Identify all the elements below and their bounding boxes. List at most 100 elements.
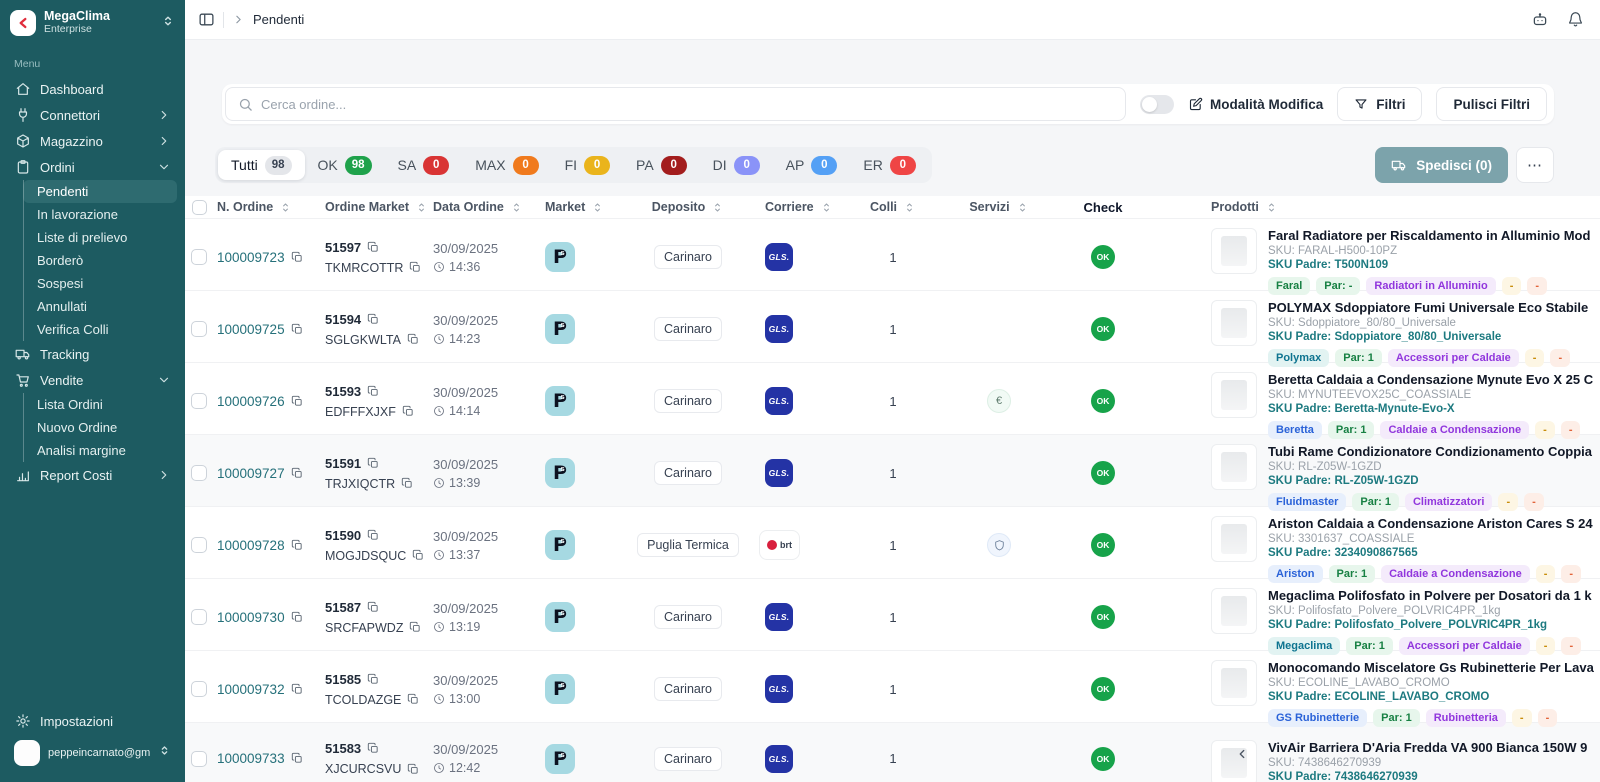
order-number-link[interactable]: 100009732 bbox=[217, 682, 285, 697]
bell-icon[interactable] bbox=[1567, 11, 1584, 28]
insurance-shield-icon[interactable] bbox=[987, 533, 1011, 557]
order-number-link[interactable]: 100009725 bbox=[217, 322, 285, 337]
sidebar-item-nuovo-ordine[interactable]: Nuovo Ordine bbox=[23, 416, 177, 439]
ship-button[interactable]: Spedisci (0) bbox=[1375, 147, 1508, 183]
copy-icon[interactable] bbox=[367, 742, 380, 755]
sort-icon[interactable] bbox=[1016, 201, 1029, 214]
copy-icon[interactable] bbox=[367, 457, 380, 470]
row-checkbox[interactable] bbox=[191, 249, 207, 265]
copy-icon[interactable] bbox=[291, 467, 304, 480]
copy-icon[interactable] bbox=[407, 763, 420, 776]
tab-di[interactable]: DI 0 bbox=[700, 150, 773, 180]
column-header-n-ordine[interactable]: N. Ordine bbox=[213, 200, 325, 214]
sidebar-item-sospesi[interactable]: Sospesi bbox=[23, 272, 177, 295]
copy-icon[interactable] bbox=[367, 673, 380, 686]
copy-icon[interactable] bbox=[402, 405, 415, 418]
copy-icon[interactable] bbox=[291, 539, 304, 552]
more-actions-button[interactable]: ⋯ bbox=[1516, 147, 1554, 183]
sidebar-item-dashboard[interactable]: Dashboard bbox=[8, 76, 177, 102]
sidebar-item-pendenti[interactable]: Pendenti bbox=[23, 180, 177, 203]
copy-icon[interactable] bbox=[367, 385, 380, 398]
tab-tutti[interactable]: Tutti 98 bbox=[218, 150, 305, 180]
order-number-link[interactable]: 100009723 bbox=[217, 250, 285, 265]
copy-icon[interactable] bbox=[407, 333, 420, 346]
tab-pa[interactable]: PA 0 bbox=[623, 150, 700, 180]
column-header-corriere[interactable]: Corriere bbox=[749, 200, 837, 214]
copy-icon[interactable] bbox=[407, 693, 420, 706]
row-checkbox[interactable] bbox=[191, 321, 207, 337]
column-header-ordine-market[interactable]: Ordine Market bbox=[325, 200, 433, 214]
select-all-checkbox[interactable] bbox=[191, 199, 207, 215]
tab-max[interactable]: MAX 0 bbox=[462, 150, 551, 180]
column-header-colli[interactable]: Colli bbox=[837, 200, 949, 214]
copy-icon[interactable] bbox=[412, 549, 425, 562]
copy-icon[interactable] bbox=[409, 621, 422, 634]
sidebar-toggle-icon[interactable] bbox=[198, 11, 215, 28]
tab-sa[interactable]: SA 0 bbox=[385, 150, 463, 180]
tab-fi[interactable]: FI 0 bbox=[552, 150, 623, 180]
tab-ok[interactable]: OK 98 bbox=[305, 150, 385, 180]
user-menu[interactable]: peppeincarnato@gmail.com bbox=[8, 734, 177, 772]
sidebar-item-liste-di-prelievo[interactable]: Liste di prelievo bbox=[23, 226, 177, 249]
tab-er[interactable]: ER 0 bbox=[850, 150, 928, 180]
tab-ap[interactable]: AP 0 bbox=[773, 150, 851, 180]
workspace-switcher[interactable]: MegaClima Enterprise bbox=[0, 0, 185, 44]
copy-icon[interactable] bbox=[291, 611, 304, 624]
sidebar-item-analisi-margine[interactable]: Analisi margine bbox=[23, 439, 177, 462]
sort-icon[interactable] bbox=[1265, 201, 1278, 214]
payment-euro-icon[interactable]: € bbox=[987, 389, 1011, 413]
row-checkbox[interactable] bbox=[191, 465, 207, 481]
row-checkbox[interactable] bbox=[191, 681, 207, 697]
copy-icon[interactable] bbox=[367, 601, 380, 614]
sidebar-item-connettori[interactable]: Connettori bbox=[8, 102, 177, 128]
sidebar-item-impostazioni[interactable]: Impostazioni bbox=[8, 708, 177, 734]
order-number-link[interactable]: 100009727 bbox=[217, 466, 285, 481]
edit-mode-toggle[interactable] bbox=[1139, 94, 1174, 114]
sidebar-item-vendite[interactable]: Vendite bbox=[8, 367, 177, 393]
row-checkbox[interactable] bbox=[191, 393, 207, 409]
copy-icon[interactable] bbox=[367, 241, 380, 254]
sort-icon[interactable] bbox=[415, 201, 428, 214]
order-number-link[interactable]: 100009726 bbox=[217, 394, 285, 409]
copy-icon[interactable] bbox=[401, 477, 414, 490]
sidebar-item-magazzino[interactable]: Magazzino bbox=[8, 128, 177, 154]
copy-icon[interactable] bbox=[291, 683, 304, 696]
sort-icon[interactable] bbox=[510, 201, 523, 214]
sidebar-item-ordini[interactable]: Ordini bbox=[8, 154, 177, 180]
row-checkbox[interactable] bbox=[191, 609, 207, 625]
assistant-bot-icon[interactable] bbox=[1531, 11, 1549, 29]
column-header-data-ordine[interactable]: Data Ordine bbox=[433, 200, 539, 214]
sidebar-item-report-costi[interactable]: Report Costi bbox=[8, 462, 177, 488]
copy-icon[interactable] bbox=[367, 529, 380, 542]
column-header-prodotti[interactable]: Prodotti bbox=[1157, 200, 1600, 214]
copy-icon[interactable] bbox=[291, 323, 304, 336]
column-header-servizi[interactable]: Servizi bbox=[949, 200, 1049, 214]
sidebar-item-border[interactable]: Borderò bbox=[23, 249, 177, 272]
sort-icon[interactable] bbox=[903, 201, 916, 214]
sidebar-item-lista-ordini[interactable]: Lista Ordini bbox=[23, 393, 177, 416]
copy-icon[interactable] bbox=[367, 313, 380, 326]
search-input[interactable] bbox=[261, 96, 1113, 112]
filters-button[interactable]: Filtri bbox=[1337, 87, 1423, 121]
order-number-link[interactable]: 100009733 bbox=[217, 751, 285, 766]
sidebar-item-verifica-colli[interactable]: Verifica Colli bbox=[23, 318, 177, 341]
clear-filters-button[interactable]: Pulisci Filtri bbox=[1436, 87, 1547, 121]
copy-icon[interactable] bbox=[291, 752, 304, 765]
row-checkbox[interactable] bbox=[191, 750, 207, 767]
column-header-market[interactable]: Market bbox=[539, 200, 627, 214]
order-number-link[interactable]: 100009730 bbox=[217, 610, 285, 625]
copy-icon[interactable] bbox=[291, 251, 304, 264]
sort-icon[interactable] bbox=[711, 201, 724, 214]
sidebar-item-annullati[interactable]: Annullati bbox=[23, 295, 177, 318]
copy-icon[interactable] bbox=[291, 395, 304, 408]
order-search[interactable] bbox=[225, 87, 1126, 121]
row-checkbox[interactable] bbox=[191, 537, 207, 553]
copy-icon[interactable] bbox=[409, 261, 422, 274]
order-number-link[interactable]: 100009728 bbox=[217, 538, 285, 553]
products-column-collapse-icon[interactable] bbox=[1233, 745, 1251, 763]
sidebar-item-tracking[interactable]: Tracking bbox=[8, 341, 177, 367]
column-header-deposito[interactable]: Deposito bbox=[627, 200, 749, 214]
sort-icon[interactable] bbox=[279, 201, 292, 214]
sidebar-item-in-lavorazione[interactable]: In lavorazione bbox=[23, 203, 177, 226]
sort-icon[interactable] bbox=[591, 201, 604, 214]
